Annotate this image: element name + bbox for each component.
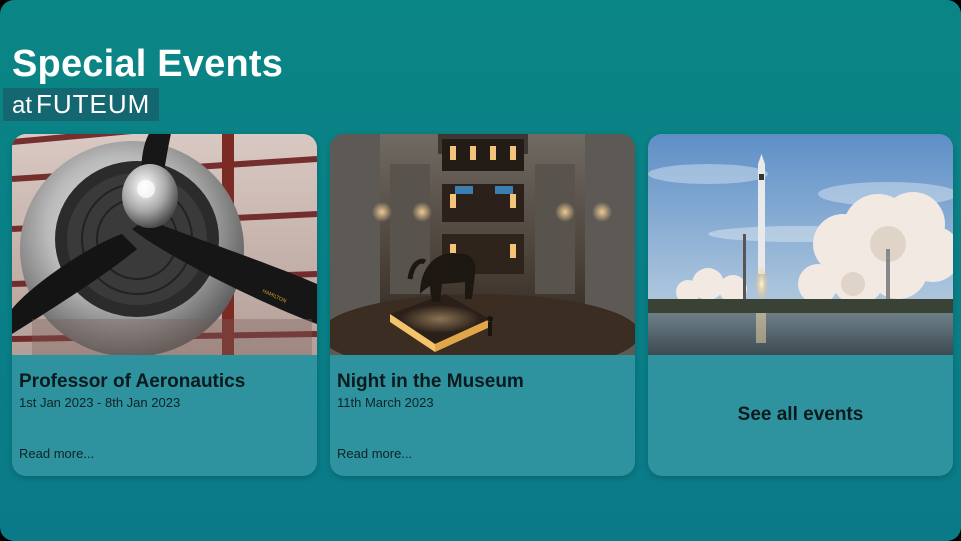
read-more-link[interactable]: Read more... [19,446,94,461]
event-date: 1st Jan 2023 - 8th Jan 2023 [19,395,181,410]
event-title: Night in the Museum [337,371,524,392]
venue-banner: at FUTEUM [3,88,160,121]
event-card-night-museum[interactable]: Night in the Museum 11th March 2023 Read… [330,134,635,476]
event-title: Professor of Aeronautics [19,371,246,392]
rocket-launch-photo [648,134,953,355]
special-events-screen: Special Events at FUTEUM HAMILTON Profes… [0,0,961,541]
see-all-events-label: See all events [737,404,864,425]
propeller-aircraft-photo: HAMILTON [12,134,317,355]
venue-brand: FUTEUM [36,89,151,119]
event-card-aeronautics[interactable]: HAMILTON Professor of Aeronautics 1st Ja… [12,134,317,476]
see-all-events-card[interactable]: See all events [648,134,953,476]
read-more-link[interactable]: Read more... [337,446,412,461]
venue-prefix: at [12,92,33,119]
page-title: Special Events [12,43,284,85]
event-date: 11th March 2023 [337,395,434,410]
museum-hall-elephant-photo [330,134,635,355]
